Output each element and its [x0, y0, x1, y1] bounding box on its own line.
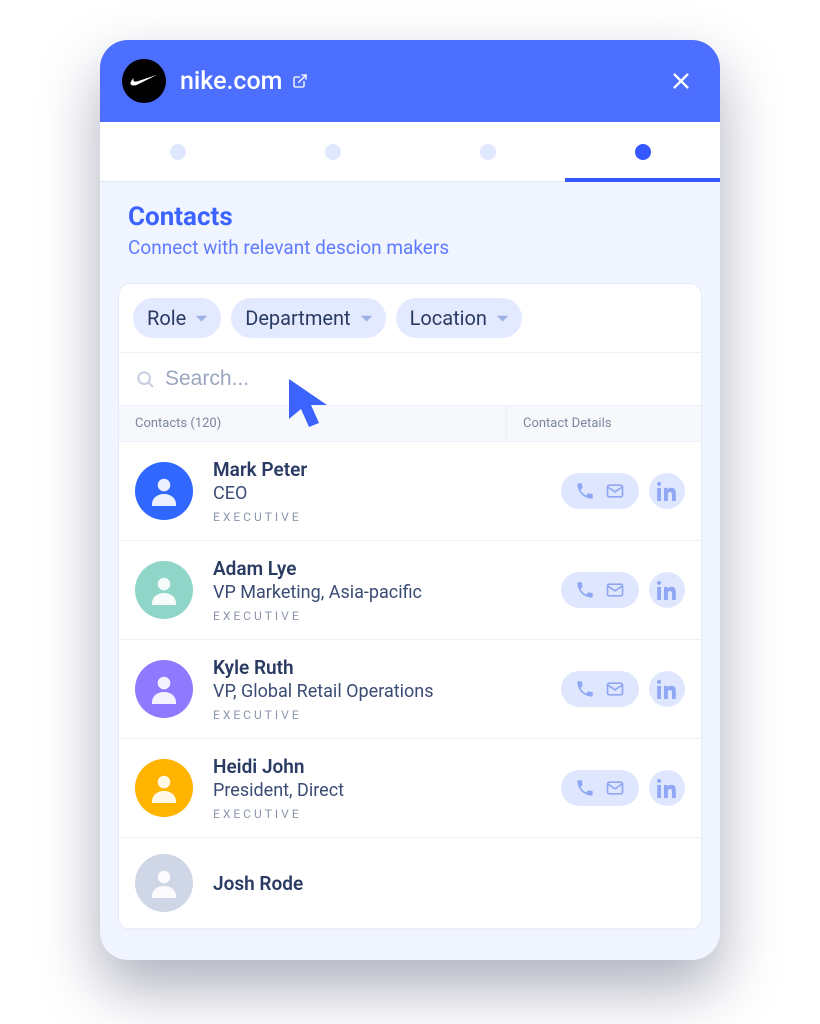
contact-row[interactable]: Adam LyeVP Marketing, Asia-pacific EXECUT… — [119, 541, 701, 640]
contact-tag: EXECUTIVE — [213, 510, 561, 524]
phone-icon — [575, 580, 595, 600]
table-header-contacts: Contacts (120) — [119, 406, 506, 441]
window-header: nike.com — [100, 40, 720, 122]
linkedin-button[interactable] — [649, 572, 685, 608]
company-logo — [122, 59, 166, 103]
external-link-icon[interactable] — [292, 73, 308, 89]
chevron-down-icon — [196, 313, 207, 324]
contact-title: President, Direct — [213, 780, 561, 801]
contact-row[interactable]: Josh Rode — [119, 838, 701, 929]
chevron-down-icon — [497, 313, 508, 324]
contact-tag: EXECUTIVE — [213, 807, 561, 821]
phone-email-button[interactable] — [561, 770, 639, 806]
contact-name: Josh Rode — [213, 872, 685, 895]
contact-name: Heidi John — [213, 755, 561, 778]
contact-actions — [561, 473, 685, 509]
tab-0[interactable] — [100, 122, 255, 181]
linkedin-button[interactable] — [649, 473, 685, 509]
avatar — [135, 854, 193, 912]
search-icon — [135, 369, 155, 389]
contacts-table-panel: Role Department Location — [118, 283, 702, 930]
table-header: Contacts (120) Contact Details — [119, 406, 701, 442]
phone-email-button[interactable] — [561, 572, 639, 608]
chevron-down-icon — [361, 313, 372, 324]
filter-chip-role[interactable]: Role — [133, 298, 221, 338]
phone-icon — [575, 481, 595, 501]
contact-title: CEO — [213, 483, 561, 504]
contact-actions — [561, 572, 685, 608]
phone-email-button[interactable] — [561, 671, 639, 707]
tab-2[interactable] — [410, 122, 565, 181]
contact-actions — [561, 671, 685, 707]
contact-row[interactable]: Heidi JohnPresident, Direct EXECUTIVE — [119, 739, 701, 838]
contact-title: VP, Global Retail Operations — [213, 681, 561, 702]
contact-actions — [561, 770, 685, 806]
avatar — [135, 462, 193, 520]
section-subtitle: Connect with relevant descion makers — [128, 236, 692, 259]
tab-bar — [100, 122, 720, 182]
phone-email-button[interactable] — [561, 473, 639, 509]
contacts-panel-card: nike.com Contacts Connect with relevant … — [100, 40, 720, 960]
contact-row[interactable]: Mark PeterCEO EXECUTIVE — [119, 442, 701, 541]
contact-info: Kyle RuthVP, Global Retail Operations EXE… — [213, 656, 561, 722]
contact-tag: EXECUTIVE — [213, 609, 561, 623]
mail-icon — [605, 778, 625, 798]
tab-1[interactable] — [255, 122, 410, 181]
contact-name: Adam Lye — [213, 557, 561, 580]
contact-name: Kyle Ruth — [213, 656, 561, 679]
mail-icon — [605, 580, 625, 600]
contact-info: Heidi JohnPresident, Direct EXECUTIVE — [213, 755, 561, 821]
filter-label: Department — [245, 306, 350, 330]
contact-title: VP Marketing, Asia-pacific — [213, 582, 561, 603]
mail-icon — [605, 481, 625, 501]
filter-chip-location[interactable]: Location — [396, 298, 522, 338]
section-title: Contacts — [128, 202, 692, 232]
close-button[interactable] — [664, 64, 698, 98]
tab-3[interactable] — [565, 122, 720, 181]
filter-row: Role Department Location — [119, 284, 701, 353]
mail-icon — [605, 679, 625, 699]
avatar — [135, 561, 193, 619]
contact-row[interactable]: Kyle RuthVP, Global Retail Operations EXE… — [119, 640, 701, 739]
search-input[interactable] — [165, 367, 685, 391]
phone-icon — [575, 778, 595, 798]
contact-tag: EXECUTIVE — [213, 708, 561, 722]
contact-info: Adam LyeVP Marketing, Asia-pacific EXECUT… — [213, 557, 561, 623]
contact-info: Josh Rode — [213, 872, 685, 895]
filter-label: Location — [410, 306, 487, 330]
section-header: Contacts Connect with relevant descion m… — [100, 182, 720, 269]
contact-name: Mark Peter — [213, 458, 561, 481]
filter-chip-department[interactable]: Department — [231, 298, 385, 338]
avatar — [135, 759, 193, 817]
avatar — [135, 660, 193, 718]
phone-icon — [575, 679, 595, 699]
linkedin-button[interactable] — [649, 770, 685, 806]
search-bar — [119, 353, 701, 406]
company-domain[interactable]: nike.com — [180, 67, 282, 96]
contact-info: Mark PeterCEO EXECUTIVE — [213, 458, 561, 524]
table-header-details: Contact Details — [506, 406, 701, 441]
linkedin-button[interactable] — [649, 671, 685, 707]
filter-label: Role — [147, 306, 186, 330]
